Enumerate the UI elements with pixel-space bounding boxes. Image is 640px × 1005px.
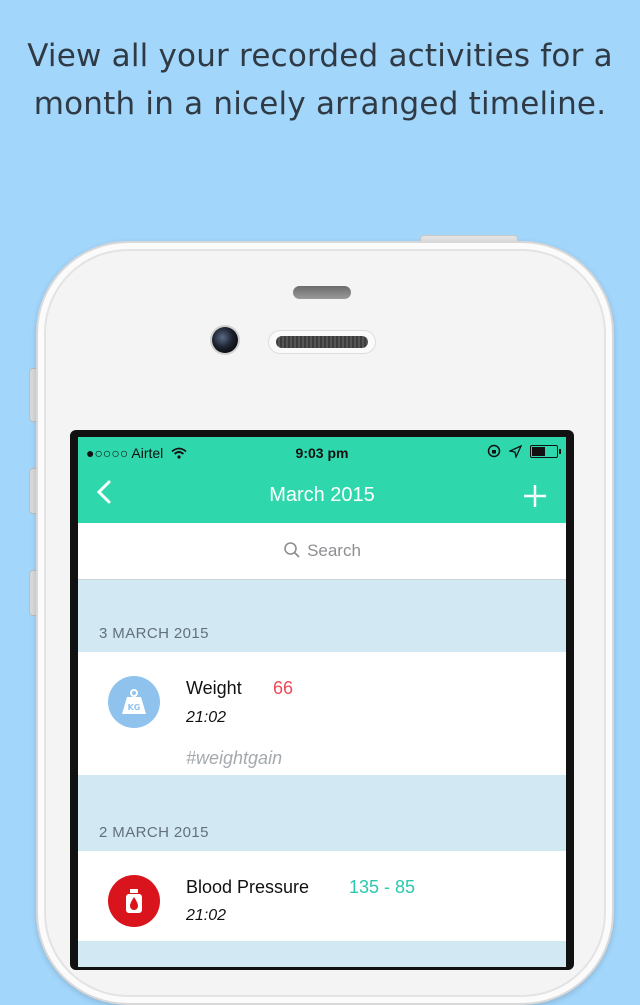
entry-time: 21:02 [186, 709, 227, 726]
phone-earpiece [268, 330, 376, 354]
add-button[interactable] [522, 475, 548, 518]
entry-name: Weight [186, 678, 242, 698]
section-date: 2 MARCH 2015 [99, 824, 209, 841]
headline-line-1: View all your recorded activities for a [27, 38, 613, 74]
search-bar[interactable]: Search [78, 523, 566, 580]
weight-kg-icon: KG [108, 676, 160, 728]
entry-tag[interactable]: #weightgain [186, 748, 282, 769]
location-arrow-icon [509, 444, 522, 458]
status-bar: ●○○○○ Airtel 9:03 pm [78, 437, 566, 469]
plus-icon [524, 485, 546, 507]
svg-text:KG: KG [128, 703, 141, 712]
nav-bar: March 2015 [78, 469, 566, 523]
search-input[interactable]: Search [78, 541, 566, 561]
section-header: 2 MARCH 2015 [78, 775, 566, 851]
entry-name: Blood Pressure [186, 877, 310, 897]
entry-value: 66 [273, 678, 294, 698]
app-screen: ●○○○○ Airtel 9:03 pm March 2015 Search 3… [78, 437, 566, 967]
headline: View all your recorded activities for a … [0, 32, 640, 128]
entry-value: 135 - 85 [349, 877, 416, 897]
entry-time: 21:02 [186, 907, 227, 924]
status-right-icons [487, 444, 561, 458]
timeline-entry-weight[interactable]: KG Weight 66 21:02 #weightgain [78, 652, 566, 775]
section-header: 3 MARCH 2015 [78, 580, 566, 652]
rotation-lock-icon [487, 444, 501, 458]
timeline-entry-blood-pressure[interactable]: Blood Pressure 135 - 85 21:02 [78, 851, 566, 941]
headline-line-2: month in a nicely arranged timeline. [33, 86, 607, 122]
battery-icon [530, 444, 561, 458]
section-date: 3 MARCH 2015 [99, 625, 209, 642]
search-placeholder: Search [307, 541, 361, 560]
blood-drop-icon [108, 875, 160, 927]
search-icon [284, 542, 300, 558]
phone-sensor [293, 286, 351, 299]
front-camera-icon [212, 327, 238, 353]
nav-title: March 2015 [269, 484, 375, 506]
